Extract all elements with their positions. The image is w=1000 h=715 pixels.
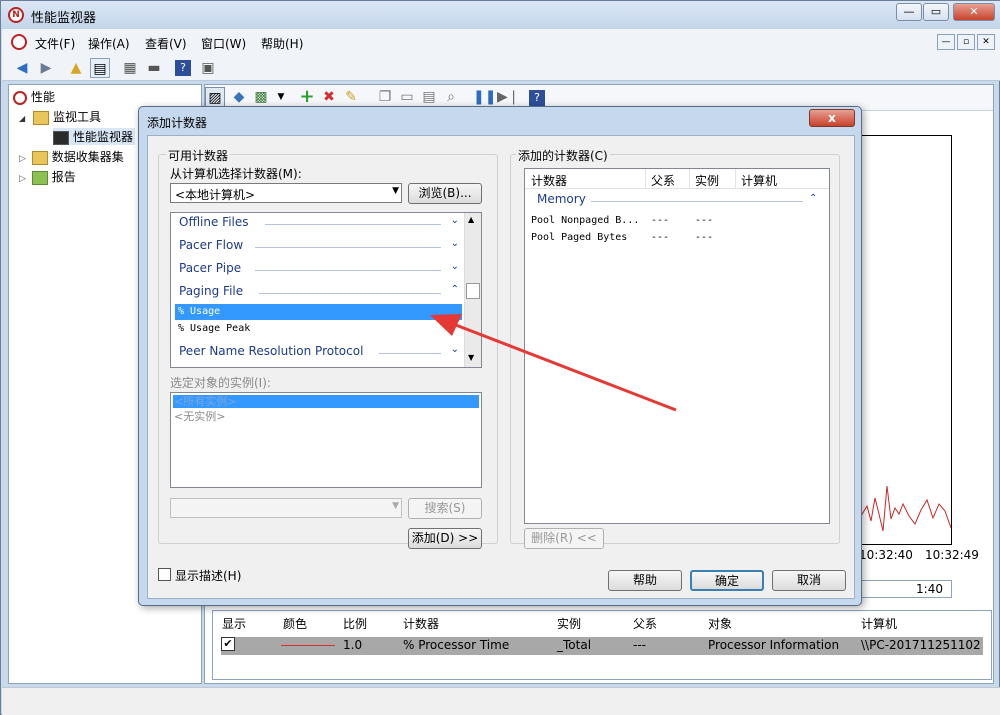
- annotation-arrow: [430, 314, 677, 412]
